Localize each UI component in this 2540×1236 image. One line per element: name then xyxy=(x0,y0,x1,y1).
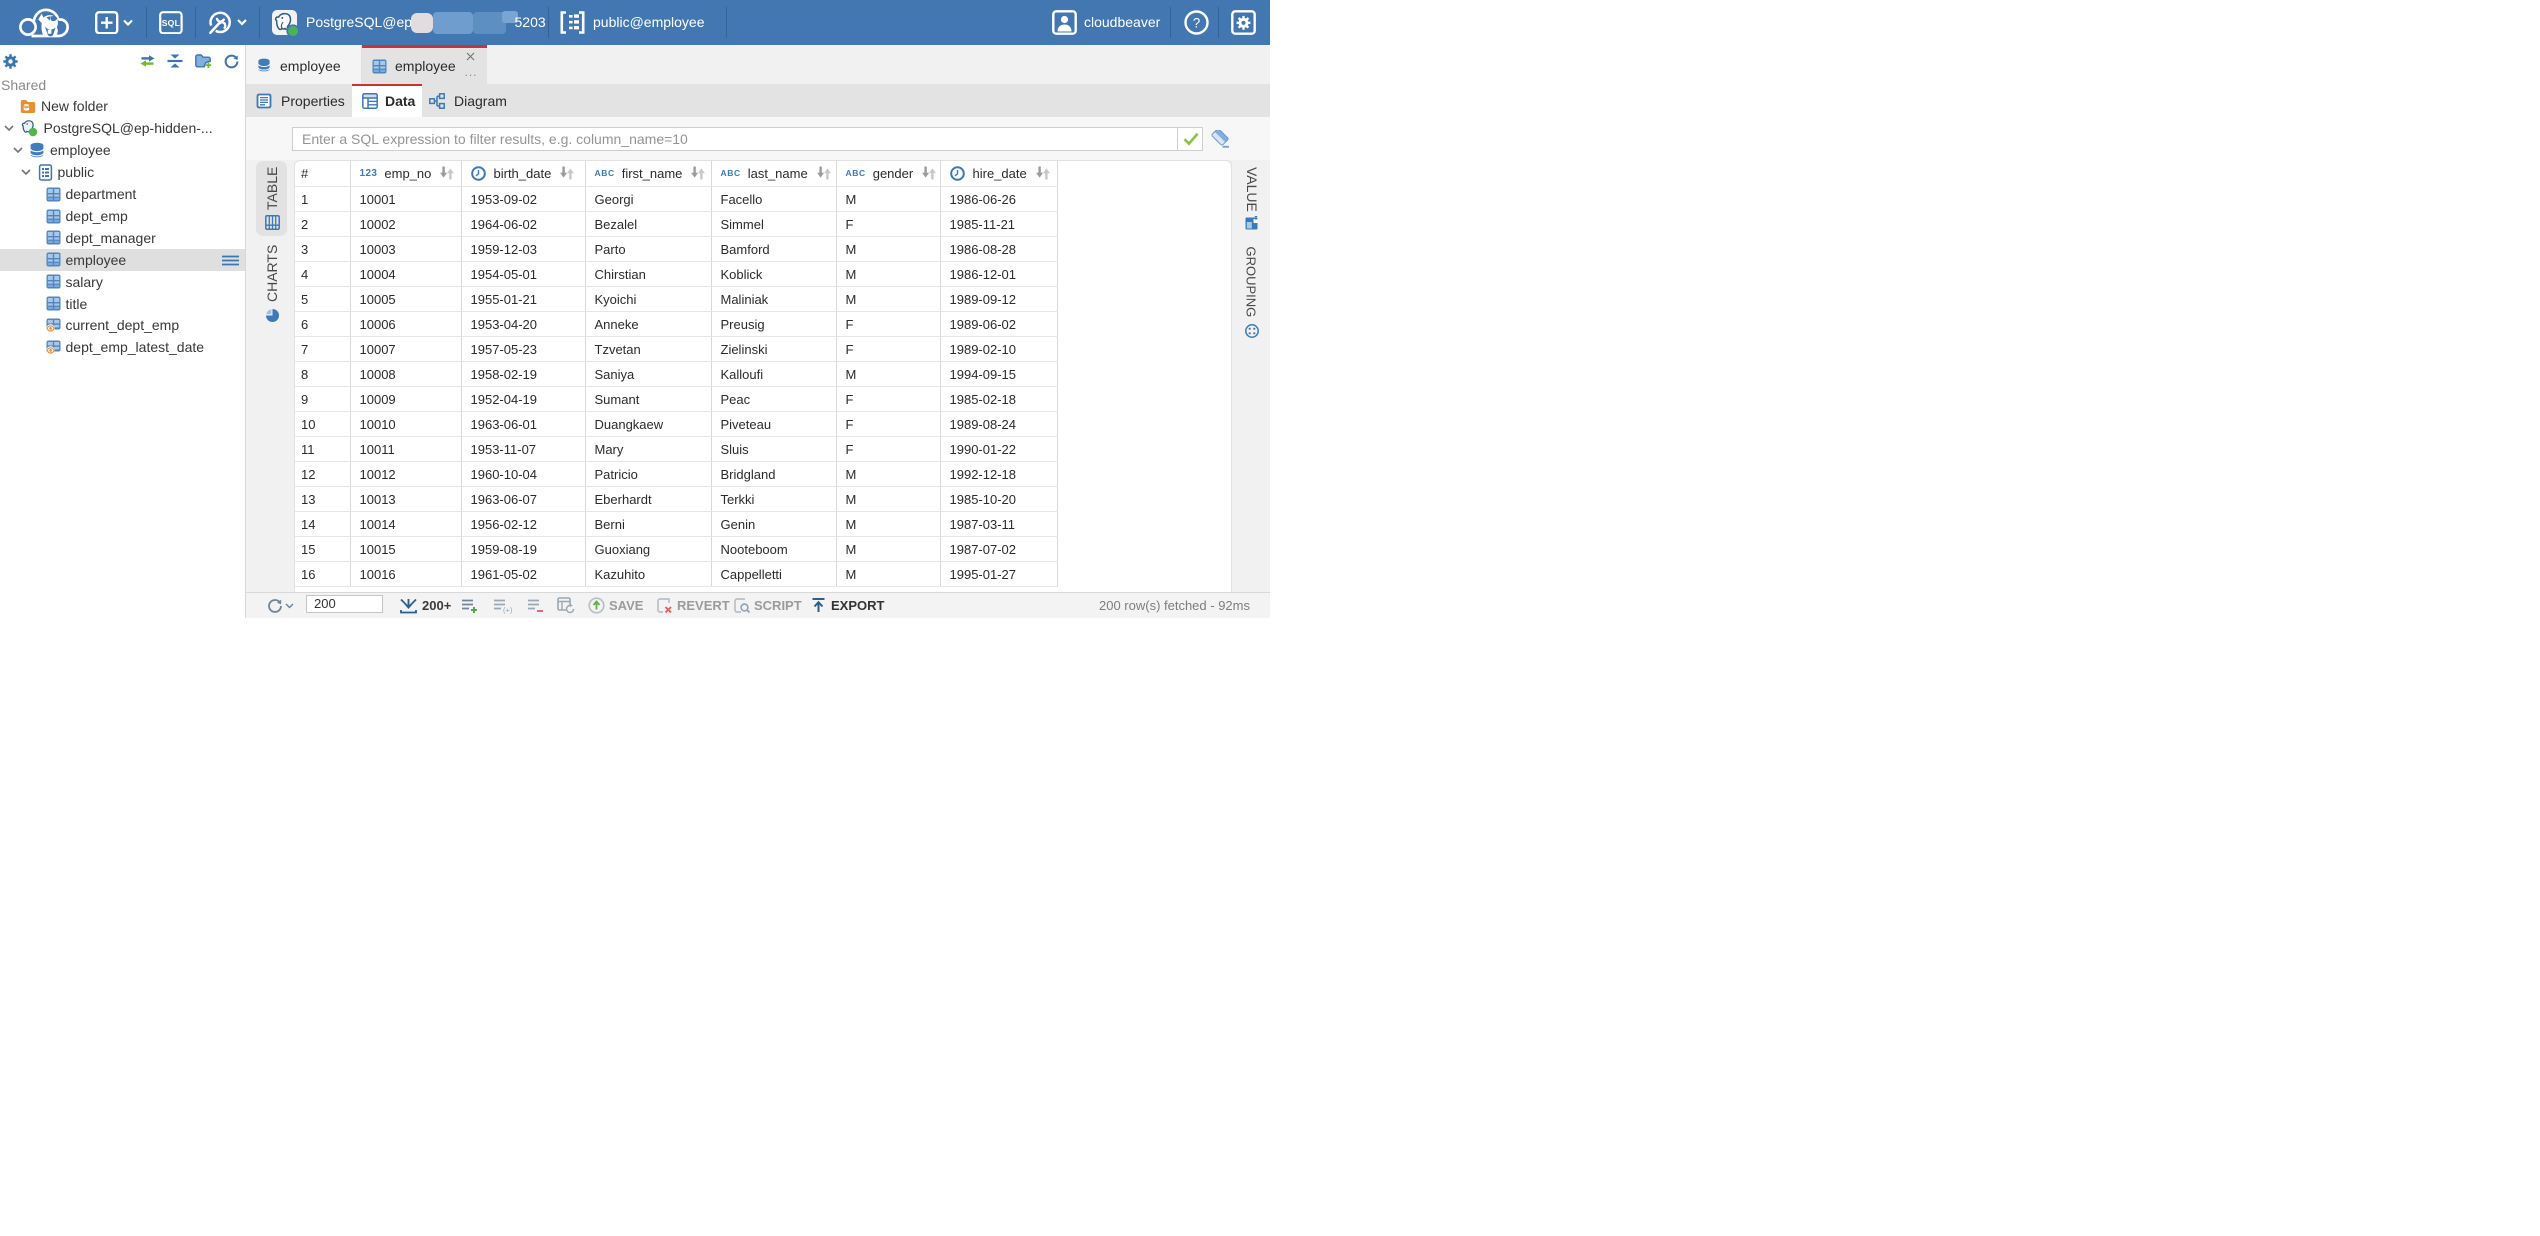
svg-text:SQL: SQL xyxy=(162,18,180,28)
svg-text:?: ? xyxy=(1193,16,1201,31)
svg-text:(+): (+) xyxy=(503,606,512,615)
